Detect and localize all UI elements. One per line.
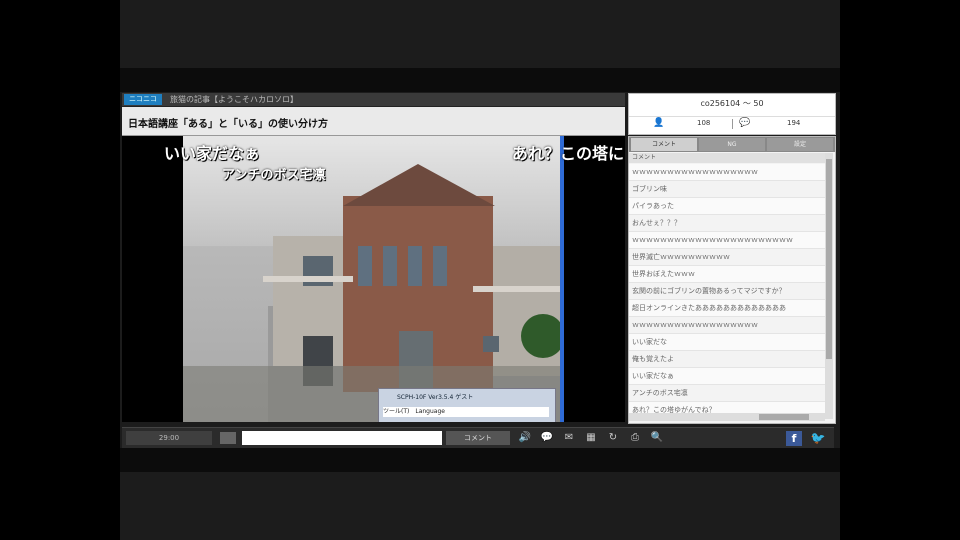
comment-row[interactable]: いい家だなぁ <box>629 368 825 385</box>
search-icon[interactable]: 🔍 <box>650 431 664 445</box>
danmaku-comment: いい家だなぁ <box>164 144 261 163</box>
comment-row[interactable]: 世界滅亡ｗｗｗｗｗｗｗｗｗｗ <box>629 249 825 266</box>
viewer-count: 108 <box>697 119 711 127</box>
comment-row[interactable]: ｗｗｗｗｗｗｗｗｗｗｗｗｗｗｗｗｗｗ <box>629 317 825 334</box>
video-player[interactable]: SCPH-10F Ver3.5.4 ゲスト ツール(T) Language いい… <box>122 136 625 422</box>
command-button[interactable] <box>220 432 236 444</box>
divider <box>732 119 733 129</box>
comment-row[interactable]: 超日オンラインきたあああああああああああああ <box>629 300 825 317</box>
volume-icon[interactable]: 🔊 <box>518 431 532 445</box>
embedded-window: SCPH-10F Ver3.5.4 ゲスト ツール(T) Language <box>378 388 556 422</box>
reload-icon[interactable]: ↻ <box>606 431 620 445</box>
comment-row[interactable]: アンチのボス宅凛 <box>629 385 825 402</box>
comment-row[interactable]: いい家だな <box>629 334 825 351</box>
comment-count: 194 <box>787 119 801 127</box>
comment-list[interactable]: ｗｗｗｗｗｗｗｗｗｗｗｗｗｗｗｗｗｗ ゴブリン味 パイラあった おんせぇ？？？ ｗｗｗｗ… <box>629 164 825 414</box>
embedded-window-title: SCPH-10F Ver3.5.4 ゲスト <box>397 394 474 401</box>
comment-row[interactable]: ｗｗｗｗｗｗｗｗｗｗｗｗｗｗｗｗｗｗｗｗｗｗｗ <box>629 232 825 249</box>
tab-ng[interactable]: NG <box>699 138 765 151</box>
header-bar: ニコニコ 旅猫の記事【ようこそハカロソロ】 <box>122 93 625 107</box>
comment-column-header: コメント <box>629 153 825 163</box>
video-title: 日本語講座「ある」と「いる」の使い分け方 <box>128 119 328 130</box>
danmaku-comment: アンチのボス宅凛 <box>222 168 326 183</box>
stream-info: co256104 ～ 50 👤 108 💬 194 <box>628 93 836 135</box>
comment-toggle-icon[interactable]: 💬 <box>540 431 554 445</box>
scroll-thumb[interactable] <box>826 159 832 359</box>
comment-input[interactable] <box>242 431 442 445</box>
embedded-window-menu: ツール(T) Language <box>383 407 549 417</box>
page-title[interactable]: 旅猫の記事【ようこそハカロソロ】 <box>170 93 298 106</box>
comment-icon: 💬 <box>739 118 751 128</box>
hscroll-thumb[interactable] <box>759 414 809 420</box>
comment-row[interactable]: 玄関の前にゴブリンの置物あるってマジですか？ <box>629 283 825 300</box>
mail-icon[interactable]: ✉ <box>562 431 576 445</box>
comment-row[interactable]: ゴブリン味 <box>629 181 825 198</box>
screen-icon[interactable]: ▦ <box>584 431 598 445</box>
comment-scrollbar[interactable] <box>825 153 833 419</box>
video-id: co256104 ～ 50 <box>700 99 764 108</box>
tab-settings[interactable]: 設定 <box>767 138 833 151</box>
comment-row[interactable]: パイラあった <box>629 198 825 215</box>
right-pillarbox <box>840 0 960 540</box>
comment-tabs: コメント NG 設定 <box>629 137 835 152</box>
bottom-band <box>120 448 840 472</box>
comment-row[interactable]: 俺も覚えたよ <box>629 351 825 368</box>
tab-comments[interactable]: コメント <box>631 138 697 151</box>
comment-hscrollbar[interactable] <box>629 413 825 421</box>
comment-row[interactable]: おんせぇ？？？ <box>629 215 825 232</box>
twitter-icon[interactable]: 🐦 <box>810 431 826 446</box>
comment-row[interactable]: 世界おぼえたｗｗｗ <box>629 266 825 283</box>
comment-row[interactable]: ｗｗｗｗｗｗｗｗｗｗｗｗｗｗｗｗｗｗ <box>629 164 825 181</box>
control-bar: 29:00 コメント 🔊 💬 ✉ ▦ ↻ ⎙ 🔍 f 🐦 <box>122 427 834 448</box>
stats-row: 👤 108 💬 194 <box>629 116 835 131</box>
video-title-bar: 日本語講座「ある」と「いる」の使い分け方 <box>122 107 625 136</box>
selection-marker <box>560 136 564 422</box>
person-icon: 👤 <box>653 118 665 128</box>
left-pillarbox <box>0 0 120 540</box>
playback-time: 29:00 <box>126 431 212 445</box>
facebook-icon[interactable]: f <box>786 431 802 446</box>
print-icon[interactable]: ⎙ <box>628 431 642 445</box>
danmaku-comment: あれ？この塔に <box>512 144 625 163</box>
comment-submit-button[interactable]: コメント <box>446 431 510 445</box>
live-badge[interactable]: ニコニコ <box>124 94 162 105</box>
top-band <box>120 68 840 92</box>
comment-panel: コメント NG 設定 コメント ｗｗｗｗｗｗｗｗｗｗｗｗｗｗｗｗｗｗ ゴブリン味パ… <box>628 136 836 424</box>
